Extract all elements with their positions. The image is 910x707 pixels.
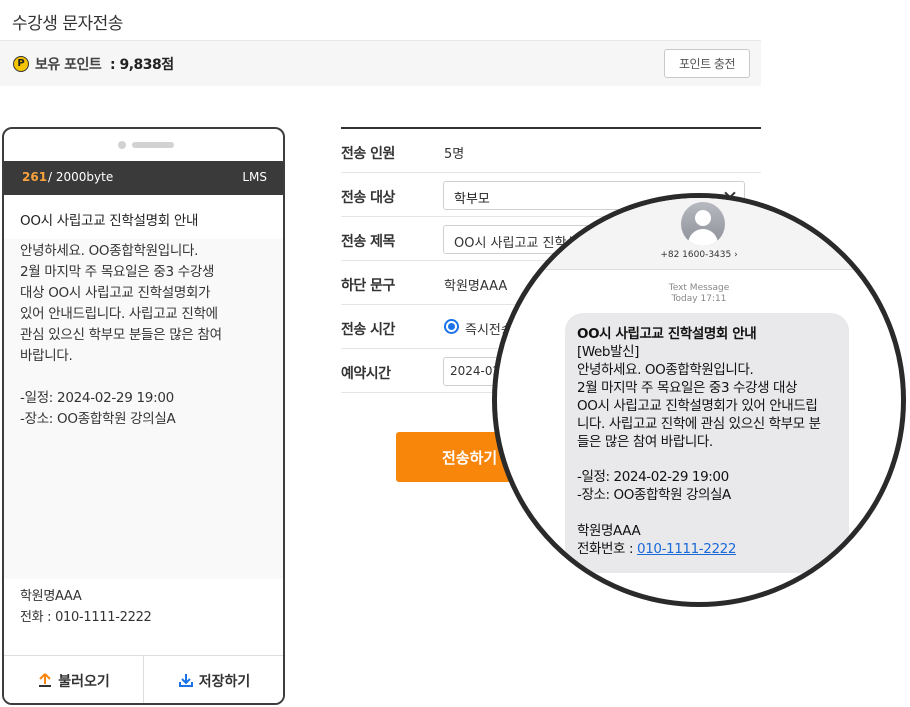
footer-label: 하단 문구 (341, 278, 395, 294)
bubble-line: OO시 사립고교 진학설명회 안내 (577, 326, 757, 342)
footer-line: 전화 : 010-1111-2222 (20, 610, 152, 625)
load-button[interactable]: 불러오기 (4, 656, 144, 703)
contact-header: +82 1600-3435 › (497, 198, 901, 270)
phone-link[interactable]: 010-1111-2222 (637, 541, 736, 557)
camera-dot (118, 141, 126, 149)
bubble-line: -일정: 2024-02-29 19:00 (577, 469, 729, 485)
save-button-label: 저장하기 (198, 674, 251, 690)
points-label: 보유 포인트 (35, 57, 102, 73)
body-line: 관심 있으신 학부모 분들은 많은 참여 (20, 327, 222, 343)
body-line: 2월 마지막 주 목요일은 중3 수강생 (20, 264, 215, 280)
upload-icon (39, 673, 52, 687)
bubble-line: 2월 마지막 주 목요일은 중3 수강생 대상 (577, 380, 798, 396)
subject-label: 전송 제목 (341, 234, 395, 250)
message-subject[interactable]: OO시 사립고교 진학설명회 안내 (20, 209, 198, 229)
immediate-send-radio[interactable] (444, 319, 459, 334)
load-button-label: 불러오기 (58, 674, 110, 690)
save-button[interactable]: 저장하기 (144, 656, 283, 703)
bubble-line: 들은 많은 참여 바랍니다. (577, 434, 713, 450)
recipients-value: 5명 (444, 147, 465, 162)
bubble-line: 안녕하세요. OO종합학원입니다. (577, 362, 754, 378)
points-bar: P 보유 포인트 : 9,838점 포인트 충전 (0, 40, 761, 86)
body-line: -일정: 2024-02-29 19:00 (20, 390, 174, 406)
charge-points-button[interactable]: 포인트 충전 (664, 49, 750, 78)
body-line: 대상 OO시 사립고교 진학설명회가 (20, 285, 211, 301)
body-line: 있어 안내드립니다. 사립고교 진학에 (20, 306, 218, 322)
byte-count: 261 (22, 170, 48, 184)
byte-max: / 2000byte (48, 170, 114, 184)
bubble-line: [Web발신] (577, 344, 640, 360)
message-zoom-preview: +82 1600-3435 › Text Message Today 17:11… (492, 193, 906, 607)
target-label: 전송 대상 (341, 190, 395, 206)
body-line: 안녕하세요. OO종합학원입니다. (20, 243, 199, 259)
bubble-line: 니다. 사립고교 진학에 관심 있으신 학부모 분 (577, 416, 821, 432)
recipients-row: 전송 인원 5명 (341, 129, 761, 173)
message-type-meta: Text Message (668, 283, 730, 293)
page-title: 수강생 문자전송 (12, 14, 123, 34)
point-coin-icon: P (13, 56, 29, 72)
bubble-line: OO시 사립고교 진학설명회가 있어 안내드립 (577, 398, 818, 414)
phone-preview: 261 / 2000byte LMS OO시 사립고교 진학설명회 안내 안녕하… (2, 127, 285, 705)
phone-actions: 불러오기 저장하기 (4, 655, 283, 703)
bubble-line: -장소: OO종합학원 강의실A (577, 487, 731, 503)
target-select-value: 학부모 (454, 192, 490, 207)
message-bubble: OO시 사립고교 진학설명회 안내 [Web발신] 안녕하세요. OO종합학원입… (565, 313, 849, 573)
phone-prefix: 전화번호 : (577, 541, 638, 557)
recipients-label: 전송 인원 (341, 146, 395, 162)
speaker-bar (132, 142, 174, 148)
body-line: 바랍니다. (20, 348, 73, 364)
footer-line: 학원명AAA (20, 589, 82, 604)
body-line: -장소: OO종합학원 강의실A (20, 411, 176, 427)
time-label: 전송 시간 (341, 322, 395, 338)
contact-number: +82 1600-3435 › (660, 250, 738, 260)
phone-header: 261 / 2000byte LMS (4, 161, 283, 195)
reserve-label: 예약시간 (341, 366, 391, 382)
contact-avatar-icon (681, 202, 725, 246)
points-value: : 9,838점 (110, 57, 174, 73)
message-time-meta: Today 17:11 (671, 294, 727, 304)
bubble-line: 학원명AAA (577, 523, 641, 539)
download-icon (178, 674, 193, 687)
message-type: LMS (242, 170, 267, 184)
message-body[interactable]: 안녕하세요. OO종합학원입니다. 2월 마지막 주 목요일은 중3 수강생 대… (4, 239, 283, 579)
bubble-phone-line: 전화번호 : 010-1111-2222 (577, 537, 736, 557)
